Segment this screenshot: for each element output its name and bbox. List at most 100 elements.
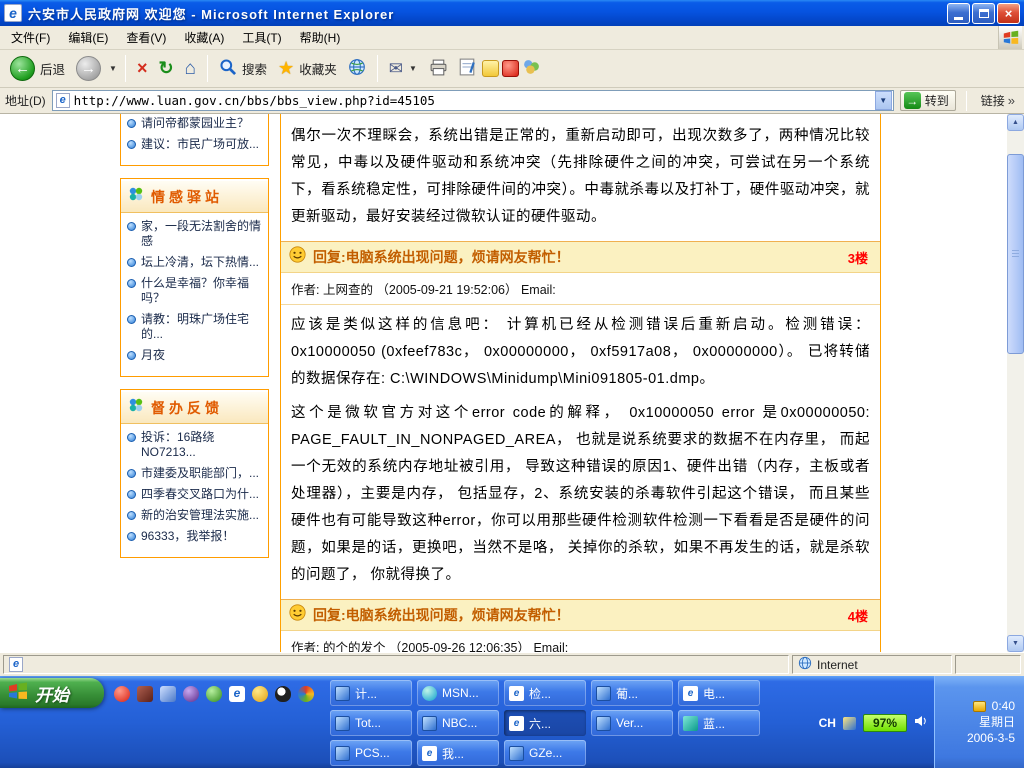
ie-icon <box>683 686 698 701</box>
links-button[interactable]: 链接 » <box>977 92 1019 109</box>
go-button[interactable]: → 转到 <box>900 90 956 111</box>
quick-launch-ie-icon[interactable]: e <box>229 686 245 702</box>
forward-dropdown[interactable]: ▼ <box>108 64 118 73</box>
reply-header: 回复:电脑系统出现问题，烦请网友帮忙！ 4楼 <box>281 599 880 631</box>
printer-icon <box>429 59 448 79</box>
tray-shield-icon[interactable] <box>843 717 856 730</box>
battery-percent-badge[interactable]: 97% <box>863 714 907 732</box>
url-text[interactable]: http://www.luan.gov.cn/bbs/bbs_view.php?… <box>74 93 871 108</box>
quick-launch-icon[interactable] <box>298 686 314 702</box>
taskbar-clock[interactable]: 0:40 星期日 2006-3-5 <box>934 676 1024 768</box>
sidebar-link[interactable]: 什么是幸福？你幸福吗？ <box>121 273 268 309</box>
section-icon <box>128 397 144 418</box>
task-button[interactable]: 计... <box>330 680 412 706</box>
mail-icon: ✉ <box>389 59 403 79</box>
address-dropdown-button[interactable]: ▼ <box>875 91 892 110</box>
scroll-up-button[interactable]: ▲ <box>1007 114 1024 131</box>
print-button[interactable] <box>425 57 452 81</box>
scroll-down-button[interactable]: ▼ <box>1007 635 1024 652</box>
task-button[interactable]: Ver... <box>591 710 673 736</box>
search-button[interactable]: 搜索 <box>215 56 271 81</box>
menu-tools[interactable]: 工具(T) <box>233 25 290 50</box>
address-input[interactable]: e http://www.luan.gov.cn/bbs/bbs_view.ph… <box>52 90 894 111</box>
clock-weekday: 星期日 <box>979 715 1015 730</box>
favorites-star-icon: ★ <box>278 58 294 79</box>
bullet-icon <box>127 469 136 478</box>
minimize-button[interactable] <box>947 3 970 24</box>
edit-page-icon <box>459 58 475 79</box>
quick-launch-icon[interactable] <box>252 686 268 702</box>
task-button-label: GZe... <box>529 746 562 760</box>
sidebar-link[interactable]: 96333，我举报！ <box>121 526 268 547</box>
scrollbar-thumb[interactable] <box>1007 154 1024 354</box>
clock-time: 0:40 <box>992 699 1015 714</box>
reply-author-line: 作者: 上网查的 （2005-09-21 19:52:06） Email: <box>281 273 880 305</box>
history-button[interactable] <box>344 56 370 81</box>
status-tail-panel <box>955 655 1021 674</box>
quick-launch-penguin-icon[interactable] <box>275 686 291 702</box>
quick-launch-icon[interactable] <box>160 686 176 702</box>
task-button[interactable]: MSN... <box>417 680 499 706</box>
reply-title: 回复:电脑系统出现问题，烦请网友帮忙！ <box>313 605 841 625</box>
addressbar-divider <box>966 91 967 111</box>
task-button[interactable]: GZe... <box>504 740 586 766</box>
sidebar-link[interactable]: 请教：明珠广场住宅的... <box>121 309 268 345</box>
sidebar-link[interactable]: 建议：市民广场可放... <box>121 134 268 155</box>
favorites-button[interactable]: ★ 收藏夹 <box>274 56 341 81</box>
start-button[interactable]: 开始 <box>0 678 104 708</box>
quick-launch-icon[interactable] <box>183 686 199 702</box>
sidebar-link[interactable]: 新的治安管理法实施... <box>121 505 268 526</box>
task-button[interactable]: NBC... <box>417 710 499 736</box>
menu-view[interactable]: 查看(V) <box>117 25 175 50</box>
back-button[interactable]: ← 后退 <box>6 54 69 83</box>
task-button[interactable]: 电... <box>678 680 760 706</box>
sidebar-link[interactable]: 家，一段无法割舍的情感 <box>121 216 268 252</box>
menu-favorites[interactable]: 收藏(A) <box>175 25 233 50</box>
task-button[interactable]: 我... <box>417 740 499 766</box>
task-button-label: 计... <box>355 685 377 702</box>
bullet-icon <box>127 315 136 324</box>
mail-button[interactable]: ✉▼ <box>385 57 422 81</box>
sidebar-link[interactable]: 投诉：16路绕NO7213... <box>121 427 268 463</box>
sidebar-link[interactable]: 月夜 <box>121 345 268 366</box>
vertical-scrollbar[interactable]: ▲ ▼ <box>1007 114 1024 652</box>
discuss-icon[interactable] <box>522 58 541 80</box>
sidebar-link[interactable]: 四季春交叉路口为什... <box>121 484 268 505</box>
volume-icon[interactable] <box>914 714 928 732</box>
quick-launch-icon[interactable] <box>206 686 222 702</box>
sidebar-link-label: 坛上冷清，坛下热情... <box>141 255 259 270</box>
toolbar-divider <box>125 55 126 82</box>
quick-launch-icon[interactable] <box>137 686 153 702</box>
sidebar-section-feedback: 督办反馈 投诉：16路绕NO7213... 市建委及职能部门，... 四季春交叉… <box>120 389 269 558</box>
sidebar-link[interactable]: 坛上冷清，坛下热情... <box>121 252 268 273</box>
task-button[interactable]: PCS... <box>330 740 412 766</box>
home-button[interactable]: ⌂ <box>181 56 200 82</box>
sidebar-link[interactable]: 请问帝都蒙园业主？ <box>121 114 268 134</box>
task-button[interactable]: 检... <box>504 680 586 706</box>
section-header: 情感驿站 <box>121 181 268 213</box>
window-icon <box>335 746 350 761</box>
sidebar-link-label: 市建委及职能部门，... <box>141 466 259 481</box>
sidebar-link-label: 四季春交叉路口为什... <box>141 487 259 502</box>
sidebar-link[interactable]: 市建委及职能部门，... <box>121 463 268 484</box>
status-main-panel: e <box>3 655 789 674</box>
task-button[interactable]: 蓝... <box>678 710 760 736</box>
close-button[interactable]: × <box>997 3 1020 24</box>
refresh-button[interactable]: ↻ <box>154 56 177 81</box>
menu-help[interactable]: 帮助(H) <box>291 25 350 50</box>
quick-launch-icon[interactable] <box>114 686 130 702</box>
menu-edit[interactable]: 编辑(E) <box>59 25 117 50</box>
forward-button[interactable]: → <box>72 54 105 83</box>
window-icon <box>596 686 611 701</box>
task-button-active[interactable]: 六... <box>504 710 586 736</box>
task-button[interactable]: 葡... <box>591 680 673 706</box>
stop-button[interactable]: × <box>133 56 152 81</box>
menu-file[interactable]: 文件(F) <box>2 25 59 50</box>
sidebar-link-label: 月夜 <box>141 348 165 363</box>
messenger-icon[interactable] <box>502 60 519 77</box>
notes-icon[interactable] <box>482 60 499 77</box>
task-button[interactable]: Tot... <box>330 710 412 736</box>
input-method-indicator[interactable]: CH <box>819 716 836 730</box>
edit-button[interactable] <box>455 56 479 81</box>
maximize-button[interactable] <box>972 3 995 24</box>
